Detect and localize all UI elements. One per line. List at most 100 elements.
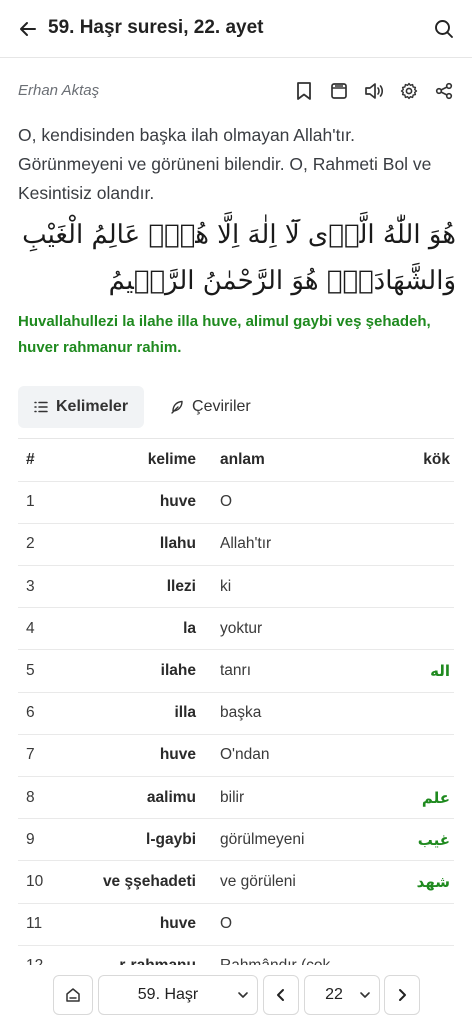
search-icon <box>435 20 453 38</box>
book-icon <box>331 83 347 99</box>
tab-words[interactable]: Kelimeler <box>18 386 145 428</box>
word-rows: 1 huve O 2 llahu Allah'tır 3 llezi ki 4 la yoktur 5 i… <box>18 481 454 965</box>
settings-button[interactable] <box>399 80 419 102</box>
row-num: 6 <box>18 692 74 735</box>
feather-icon <box>171 400 183 414</box>
row-num: 12 <box>18 945 74 965</box>
row-num: 11 <box>18 903 74 946</box>
row-word: l-gaybi <box>74 818 202 862</box>
home-icon <box>66 988 80 1002</box>
verse-select-value: 22 <box>325 986 343 1003</box>
row-word: llahu <box>74 523 202 567</box>
row-num: 2 <box>18 523 74 567</box>
row-word: illa <box>74 692 202 735</box>
row-root <box>392 607 454 651</box>
row-root <box>392 692 454 735</box>
table-row[interactable]: 11 huve O <box>18 903 454 946</box>
book-button[interactable] <box>329 80 349 102</box>
row-num: 5 <box>18 649 74 693</box>
row-num: 8 <box>18 776 74 820</box>
row-meaning: O <box>202 481 392 524</box>
bottom-nav: 59. Haşr 22 <box>0 968 472 1024</box>
surah-select[interactable]: 59. Haşr <box>98 975 258 1015</box>
row-num: 9 <box>18 818 74 862</box>
arrow-left-icon <box>20 22 36 36</box>
row-meaning: yoktur <box>202 607 392 651</box>
row-root <box>392 945 454 965</box>
row-meaning: Rahmândır (çok <box>202 945 392 965</box>
home-button[interactable] <box>53 975 93 1015</box>
chevron-down-icon <box>360 992 370 998</box>
tab-translations[interactable]: Çeviriler <box>154 386 267 428</box>
chevron-right-icon <box>399 989 406 1001</box>
row-meaning: başka <box>202 692 392 735</box>
row-root: علم <box>392 776 454 820</box>
row-meaning: O'ndan <box>202 734 392 778</box>
row-word: ve şşehadeti <box>74 860 202 904</box>
audio-button[interactable] <box>364 80 384 102</box>
table-row[interactable]: 6 illa başka <box>18 692 454 735</box>
table-row[interactable]: 7 huve O'ndan <box>18 734 454 778</box>
chevron-down-icon <box>238 992 248 998</box>
row-word: ilahe <box>74 649 202 693</box>
search-button[interactable] <box>430 15 458 43</box>
row-meaning: ve görüleni <box>202 860 392 904</box>
table-row[interactable]: 4 la yoktur <box>18 607 454 651</box>
table-row[interactable]: 10 ve şşehadeti ve görüleni شهد <box>18 860 454 904</box>
table-header-row: # kelime anlam kök <box>18 439 454 482</box>
share-button[interactable] <box>434 80 454 102</box>
table-row[interactable]: 1 huve O <box>18 481 454 524</box>
word-table: # kelime anlam kök 1 huve O 2 llahu Allah'tır… <box>18 438 454 965</box>
row-word: huve <box>74 481 202 524</box>
table-row[interactable]: 8 aalimu bilir علم <box>18 776 454 820</box>
header-word: kelime <box>74 439 202 482</box>
row-root <box>392 903 454 946</box>
row-num: 7 <box>18 734 74 778</box>
page-title: 59. Haşr suresi, 22. ayet <box>48 17 264 38</box>
row-meaning: Allah'tır <box>202 523 392 567</box>
row-meaning: görülmeyeni <box>202 818 392 862</box>
verse-arabic: هُوَ اللّٰهُ الَّذٖى لَٓا اِلٰهَ اِلَّا … <box>22 220 456 296</box>
header-meaning: anlam <box>202 439 392 482</box>
row-word: aalimu <box>74 776 202 820</box>
row-root <box>392 523 454 567</box>
view-tabs: Kelimeler Çeviriler <box>18 386 267 428</box>
row-num: 1 <box>18 481 74 524</box>
back-button[interactable] <box>14 15 42 43</box>
row-word: huve <box>74 734 202 778</box>
table-row[interactable]: 5 ilahe tanrı اله <box>18 649 454 693</box>
speaker-icon <box>365 83 384 99</box>
header-root: kök <box>392 439 454 482</box>
verse-transliteration: Huvallahullezi la ilahe illa huve, alimu… <box>18 313 431 356</box>
table-row[interactable]: 2 llahu Allah'tır <box>18 523 454 567</box>
verse-meaning: O, kendisinden başka ilah olmayan Allah'… <box>18 125 432 203</box>
next-verse-button[interactable] <box>384 975 420 1015</box>
header-num: # <box>18 439 74 482</box>
row-word: llezi <box>74 565 202 609</box>
row-word: r-rahmanu <box>74 945 202 965</box>
row-word: la <box>74 607 202 651</box>
row-meaning: tanrı <box>202 649 392 693</box>
bookmark-button[interactable] <box>294 80 314 102</box>
list-icon <box>34 401 48 413</box>
row-root <box>392 565 454 609</box>
table-row[interactable]: 9 l-gaybi görülmeyeni غيب <box>18 818 454 862</box>
row-word: huve <box>74 903 202 946</box>
row-root: اله <box>392 649 454 693</box>
row-root: شهد <box>392 860 454 904</box>
previous-verse-button[interactable] <box>263 975 299 1015</box>
row-num: 10 <box>18 860 74 904</box>
verse-toolbar <box>294 80 454 102</box>
bookmark-icon <box>297 82 311 100</box>
translator-name: Erhan Aktaş <box>18 82 100 99</box>
row-meaning: O <box>202 903 392 946</box>
row-num: 3 <box>18 565 74 609</box>
table-row[interactable]: 12r-rahmanuRahmândır (çok <box>18 945 454 965</box>
table-row[interactable]: 3 llezi ki <box>18 565 454 609</box>
share-icon <box>435 82 453 100</box>
tab-translations-label: Çeviriler <box>192 398 251 415</box>
verse-select[interactable]: 22 <box>304 975 380 1015</box>
row-root <box>392 734 454 778</box>
app-header: 59. Haşr suresi, 22. ayet <box>0 0 472 58</box>
chevron-left-icon <box>277 989 284 1001</box>
